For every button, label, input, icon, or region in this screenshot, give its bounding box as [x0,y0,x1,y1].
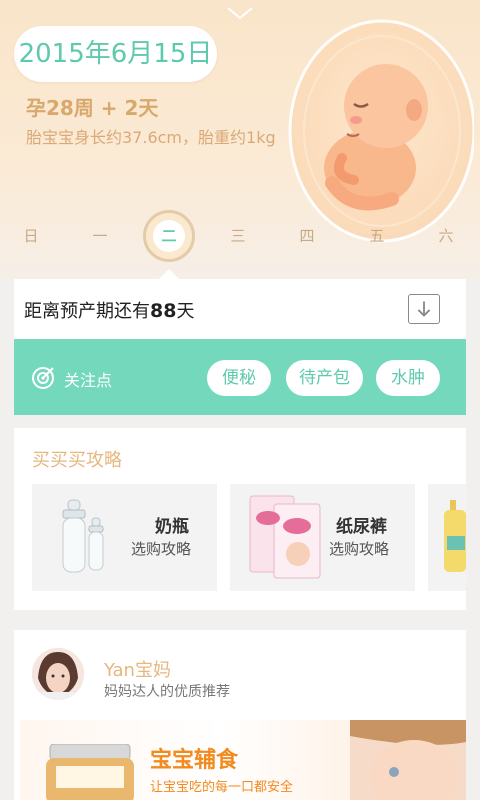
weekday-fri[interactable]: 五 [353,206,401,266]
weekday-sat[interactable]: 六 [422,206,470,266]
due-suffix: 天 [176,301,195,322]
guide-item-diaper[interactable]: 纸尿裤 选购攻略 [230,484,415,591]
guide-item-partial[interactable] [428,484,466,591]
weekday-thu[interactable]: 四 [283,206,331,266]
weekday-mon[interactable]: 一 [76,206,124,266]
chevron-down-icon[interactable] [226,6,254,20]
baby-photo [350,720,466,800]
due-prefix: 距离预产期还有 [24,301,150,322]
banner-subtitle: 让宝宝吃的每一口都安全 [150,780,294,795]
focus-bar: 关注点 便秘 待产包 水肿 [14,339,466,415]
due-text: 距离预产期还有88天 [24,297,194,323]
recommend-card: Yan宝妈 妈妈达人的优质推荐 宝宝辅食 让宝宝吃的每一口都安全 [14,630,466,800]
download-icon[interactable] [408,294,440,324]
item-sub: 选购攻略 [328,540,389,558]
item-name: 纸尿裤 [336,517,387,537]
item-sub: 选购攻略 [130,540,191,558]
buy-guide-title: 买买买攻略 [32,450,122,471]
weekday-strip: 日 一 二 三 四 五 六 [0,206,480,266]
banner-image[interactable]: 宝宝辅食 让宝宝吃的每一口都安全 [20,720,466,800]
baby-bottle-icon [62,499,104,573]
baby-size-text: 胎宝宝身长约37.6cm，胎重约1kg [26,128,276,147]
item-name: 奶瓶 [155,517,189,537]
pregnancy-week: 孕28周 + 2天 [26,96,159,120]
lotion-bottle-icon [444,500,466,572]
due-date-card: 距离预产期还有88天 [14,279,466,339]
weekday-sun[interactable]: 日 [7,206,55,266]
buy-guide-card: 买买买攻略 奶瓶 选购攻略 纸尿裤 选购攻略 [14,428,466,610]
focus-label: 关注点 [64,371,113,390]
author-subtitle: 妈妈达人的优质推荐 [104,684,230,700]
avatar-image [32,648,84,700]
banner-title: 宝宝辅食 [150,748,239,773]
tag-hospital-bag[interactable]: 待产包 [286,360,363,396]
target-icon [32,367,54,389]
avatar[interactable] [32,648,84,700]
guide-item-bottle[interactable]: 奶瓶 选购攻略 [32,484,217,591]
diaper-pack-icon [249,495,321,579]
weekday-wed[interactable]: 三 [214,206,262,266]
weekday-tue[interactable]: 二 [145,206,193,266]
food-jar-icon [46,744,134,800]
tag-constipation[interactable]: 便秘 [207,360,271,396]
author-name[interactable]: Yan宝妈 [104,656,171,682]
tag-edema[interactable]: 水肿 [376,360,440,396]
due-days: 88 [150,300,177,322]
date-pill[interactable]: 2015年6月15日 [14,26,217,82]
